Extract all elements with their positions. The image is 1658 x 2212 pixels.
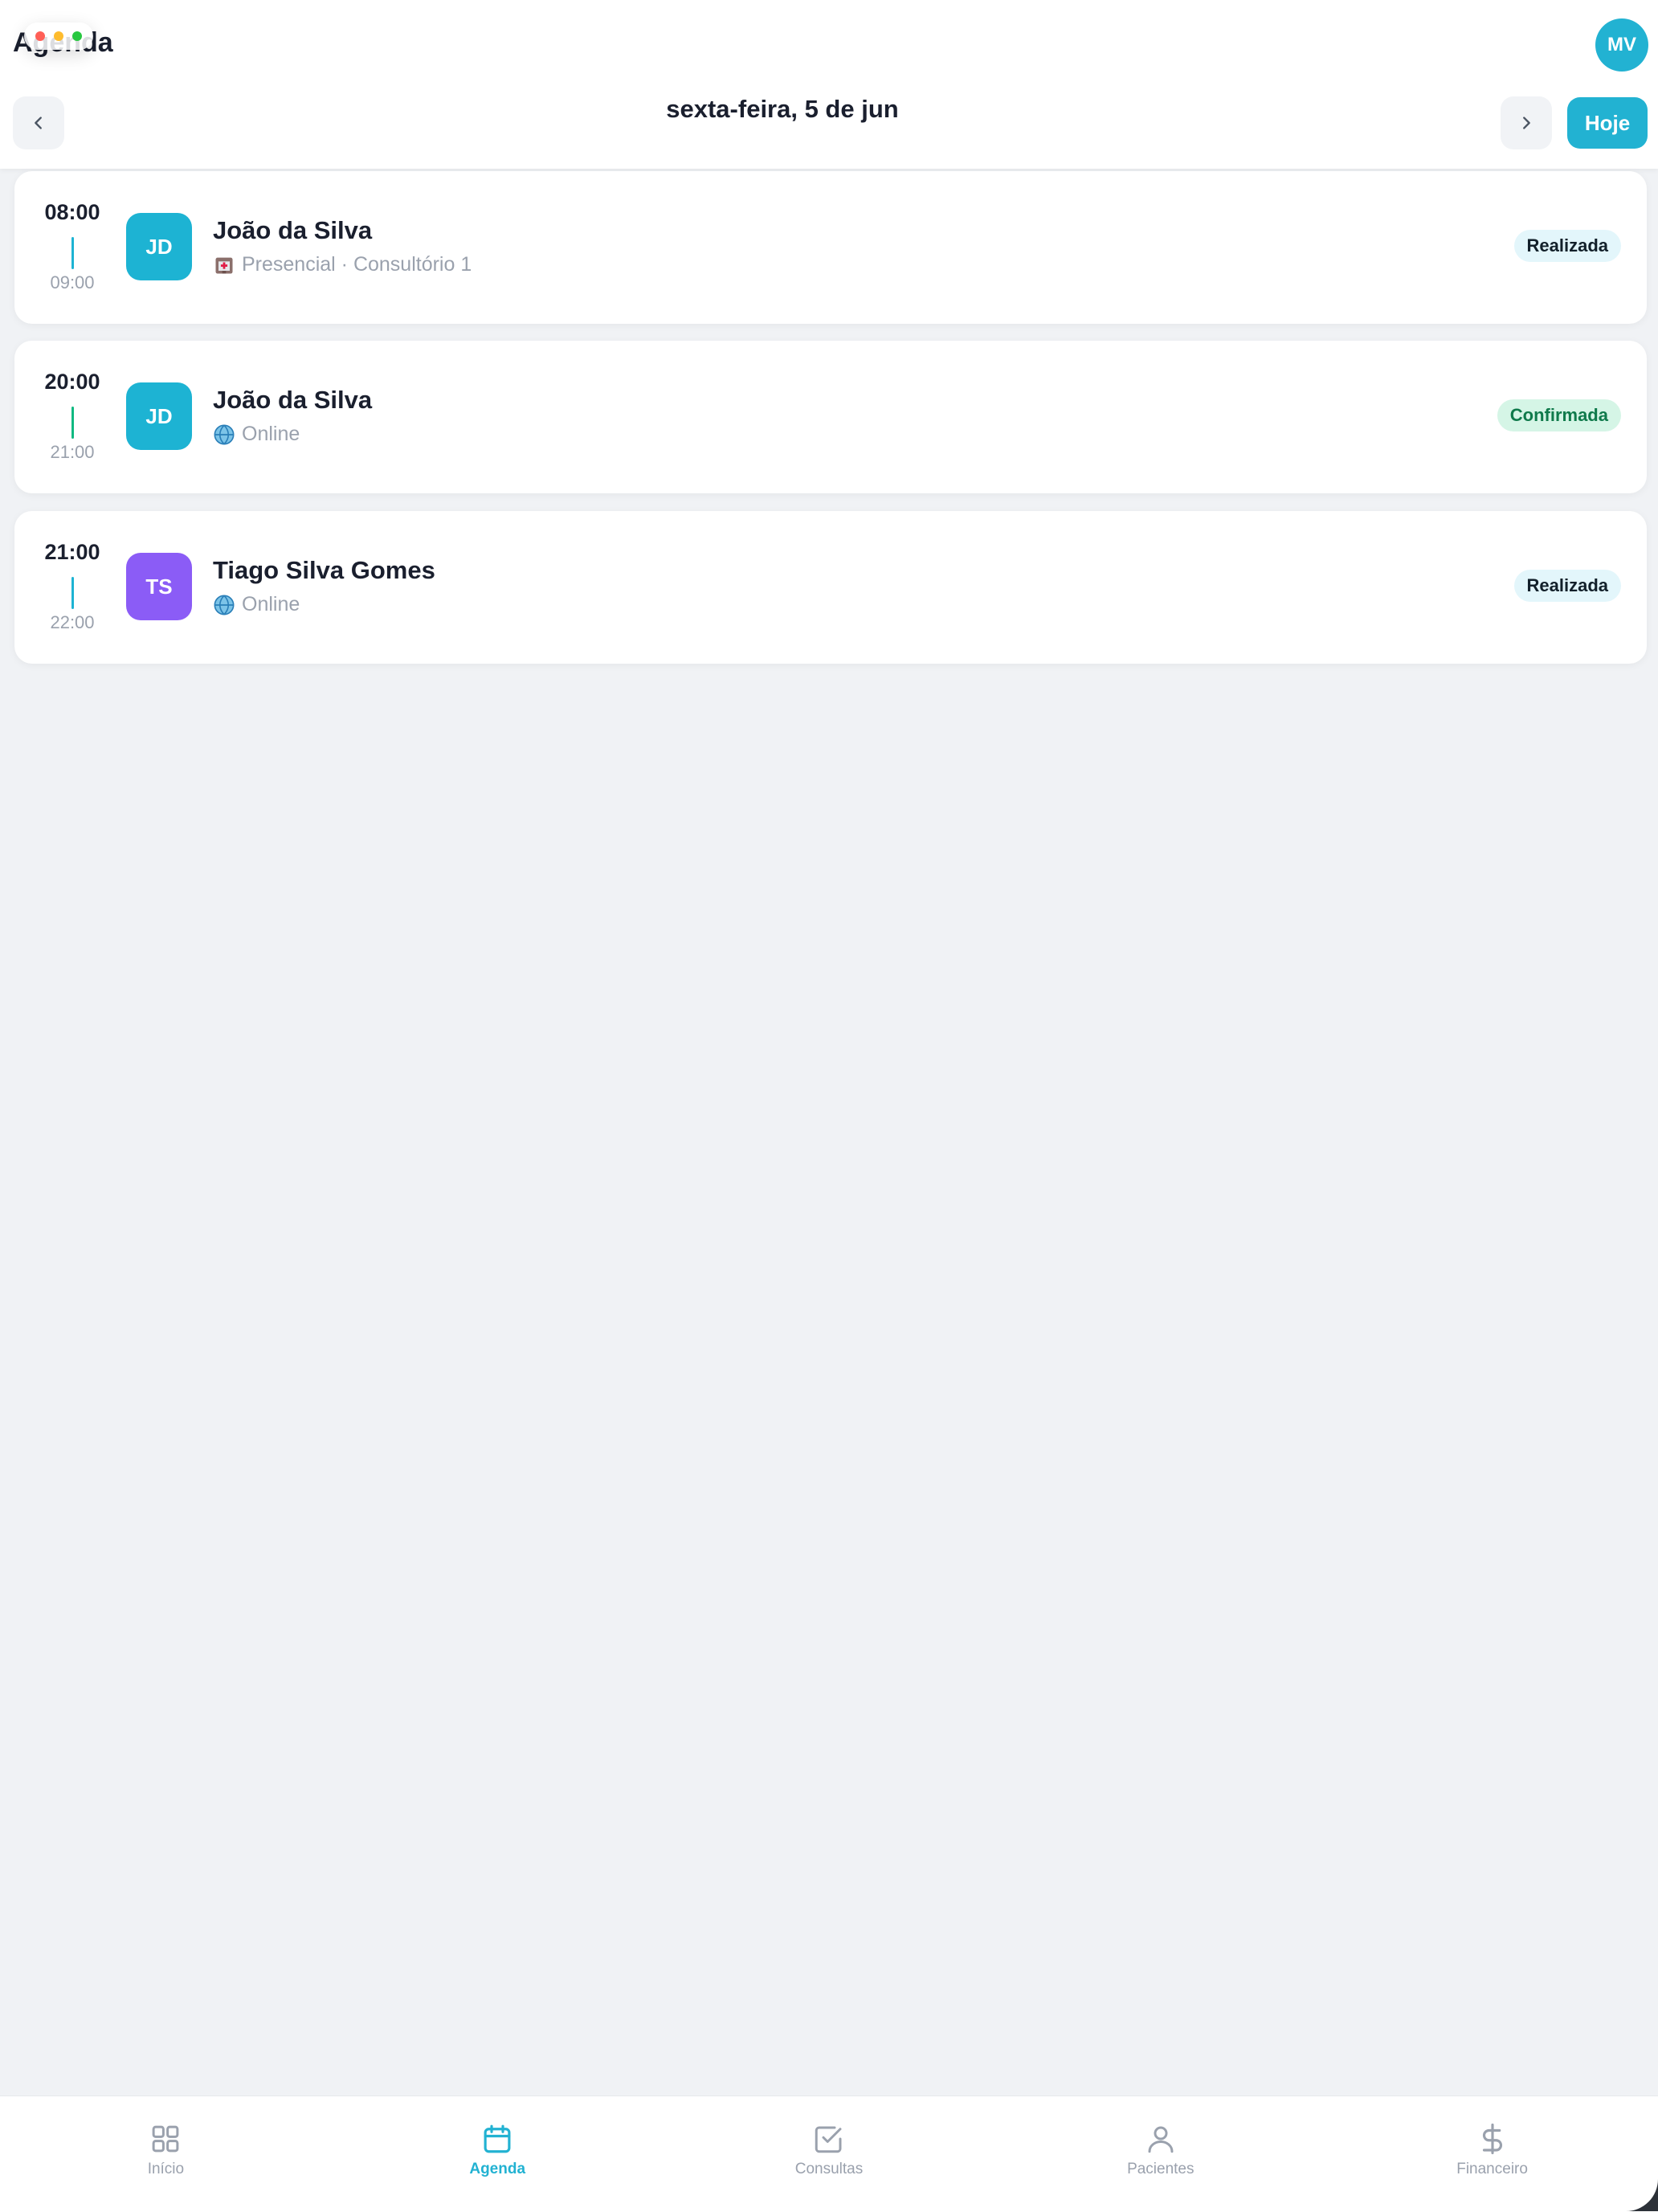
patient-name: Tiago Silva Gomes: [213, 556, 435, 585]
appointment-mode: Online: [213, 593, 300, 616]
dollar-icon: [1476, 2122, 1509, 2156]
tab-label: Agenda: [469, 2161, 525, 2178]
checkbox-icon: [812, 2122, 846, 2156]
start-time: 08:00: [31, 200, 114, 225]
appointment-card[interactable]: 21:00 22:00 TS Tiago Silva Gomes Online Reali…: [14, 511, 1647, 664]
status-badge: Confirmada: [1497, 399, 1621, 431]
appointment-card[interactable]: 08:00 09:00 JD João da Silva Presencial · Co…: [14, 171, 1647, 324]
person-icon: [1144, 2122, 1178, 2156]
appointment-mode-label: Online: [242, 593, 300, 616]
tab-label: Financeiro: [1456, 2161, 1528, 2178]
user-avatar[interactable]: MV: [1595, 18, 1648, 72]
chevron-right-icon: [1517, 114, 1535, 132]
today-button[interactable]: Hoje: [1567, 97, 1648, 149]
tab-incio[interactable]: Início: [0, 2096, 332, 2212]
tab-label: Início: [148, 2161, 184, 2178]
next-day-button[interactable]: [1501, 96, 1552, 149]
top-header: Agenda MV sexta-feira, 5 de jun Hoje: [0, 0, 1658, 169]
time-divider: [71, 237, 74, 269]
time-divider: [71, 577, 74, 609]
maximize-dot[interactable]: [72, 31, 82, 41]
device-corner: [1626, 2179, 1658, 2211]
tab-pacientes[interactable]: Pacientes: [994, 2096, 1326, 2212]
patient-avatar: JD: [126, 382, 192, 450]
time-divider: [71, 407, 74, 439]
appointment-mode: Presencial · Consultório 1: [213, 253, 472, 276]
start-time: 21:00: [31, 540, 114, 565]
patient-name: João da Silva: [213, 216, 372, 245]
current-date-label: sexta-feira, 5 de jun: [0, 95, 1565, 124]
tab-financeiro[interactable]: Financeiro: [1326, 2096, 1658, 2212]
appointment-card[interactable]: 20:00 21:00 JD João da Silva Online Confirmad…: [14, 341, 1647, 493]
patient-name: João da Silva: [213, 386, 372, 415]
hospital-icon: [213, 254, 235, 276]
tab-label: Consultas: [795, 2161, 864, 2178]
close-dot[interactable]: [35, 31, 45, 41]
globe-icon: [213, 594, 235, 616]
end-time: 21:00: [31, 442, 114, 463]
end-time: 22:00: [31, 612, 114, 633]
appointment-mode: Online: [213, 423, 300, 446]
window-controls: [24, 22, 93, 50]
patient-avatar: TS: [126, 553, 192, 620]
appointment-mode-label: Online: [242, 423, 300, 446]
status-badge: Realizada: [1514, 230, 1622, 262]
start-time: 20:00: [31, 370, 114, 395]
patient-avatar: JD: [126, 213, 192, 280]
grid-icon: [149, 2122, 182, 2156]
tab-label: Pacientes: [1127, 2161, 1194, 2178]
globe-icon: [213, 423, 235, 446]
bottom-tab-bar: Início Agenda Consultas Pacientes Financeiro: [0, 2095, 1658, 2212]
status-badge: Realizada: [1514, 570, 1622, 602]
tab-agenda[interactable]: Agenda: [332, 2096, 664, 2212]
end-time: 09:00: [31, 272, 114, 293]
calendar-icon: [480, 2122, 514, 2156]
minimize-dot[interactable]: [54, 31, 63, 41]
appointment-mode-label: Presencial · Consultório 1: [242, 253, 472, 276]
tab-consultas[interactable]: Consultas: [664, 2096, 995, 2212]
